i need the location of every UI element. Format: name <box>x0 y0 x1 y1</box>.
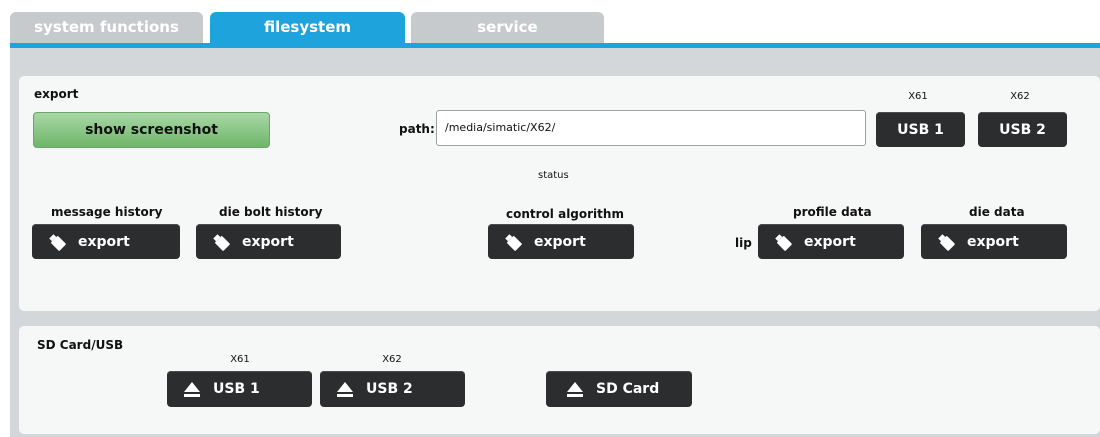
path-input[interactable]: /media/simatic/X62/ <box>436 110 866 146</box>
path-value: /media/simatic/X62/ <box>445 121 556 134</box>
usb-stick-icon <box>46 231 68 253</box>
usb-stick-icon <box>935 231 957 253</box>
usb1-select-button[interactable]: USB 1 <box>876 112 965 147</box>
export-label: export <box>534 233 586 250</box>
export-control-algorithm-button[interactable]: export <box>488 224 634 259</box>
export-label: export <box>804 233 856 250</box>
export-label: export <box>967 233 1019 250</box>
status-label: status <box>538 170 569 181</box>
die-data-title: die data <box>969 205 1025 219</box>
show-screenshot-button[interactable]: show screenshot <box>33 112 270 148</box>
path-label: path: <box>399 122 435 136</box>
port-x61-label: X61 <box>908 91 928 102</box>
eject-icon <box>181 378 203 400</box>
tab-bar: system functions filesystem service <box>0 0 1100 48</box>
usb2-select-label: USB 2 <box>999 121 1046 138</box>
tab-service[interactable]: service <box>411 12 604 43</box>
lip-label: lip <box>735 236 752 250</box>
tab-system-functions[interactable]: system functions <box>10 12 203 43</box>
eject-usb1-button[interactable]: USB 1 <box>167 371 312 407</box>
eject-usb2-label: USB 2 <box>366 381 413 397</box>
usb-stick-icon <box>772 231 794 253</box>
eject-x62-label: X62 <box>382 354 402 365</box>
eject-usb2-button[interactable]: USB 2 <box>320 371 465 407</box>
show-screenshot-label: show screenshot <box>85 122 218 138</box>
message-history-title: message history <box>51 205 163 219</box>
profile-data-title: profile data <box>793 205 872 219</box>
die-bolt-history-title: die bolt history <box>219 205 323 219</box>
tab-filesystem[interactable]: filesystem <box>210 12 405 43</box>
eject-icon <box>334 378 356 400</box>
eject-icon <box>564 378 586 400</box>
export-die-data-button[interactable]: export <box>921 224 1067 259</box>
port-x62-label: X62 <box>1010 91 1030 102</box>
export-label: export <box>242 233 294 250</box>
usb-stick-icon <box>502 231 524 253</box>
eject-usb1-label: USB 1 <box>213 381 260 397</box>
export-title: export <box>34 87 79 101</box>
control-algorithm-title: control algorithm <box>506 207 624 221</box>
sdcard-usb-title: SD Card/USB <box>37 338 124 352</box>
usb-stick-icon <box>210 231 232 253</box>
eject-x61-label: X61 <box>230 354 250 365</box>
export-profile-data-button[interactable]: export <box>758 224 904 259</box>
export-label: export <box>78 233 130 250</box>
export-die-bolt-history-button[interactable]: export <box>196 224 341 259</box>
export-message-history-button[interactable]: export <box>32 224 180 259</box>
eject-sdcard-label: SD Card <box>596 381 660 397</box>
eject-sdcard-button[interactable]: SD Card <box>546 371 692 407</box>
usb2-select-button[interactable]: USB 2 <box>978 112 1067 147</box>
usb1-select-label: USB 1 <box>897 121 944 138</box>
